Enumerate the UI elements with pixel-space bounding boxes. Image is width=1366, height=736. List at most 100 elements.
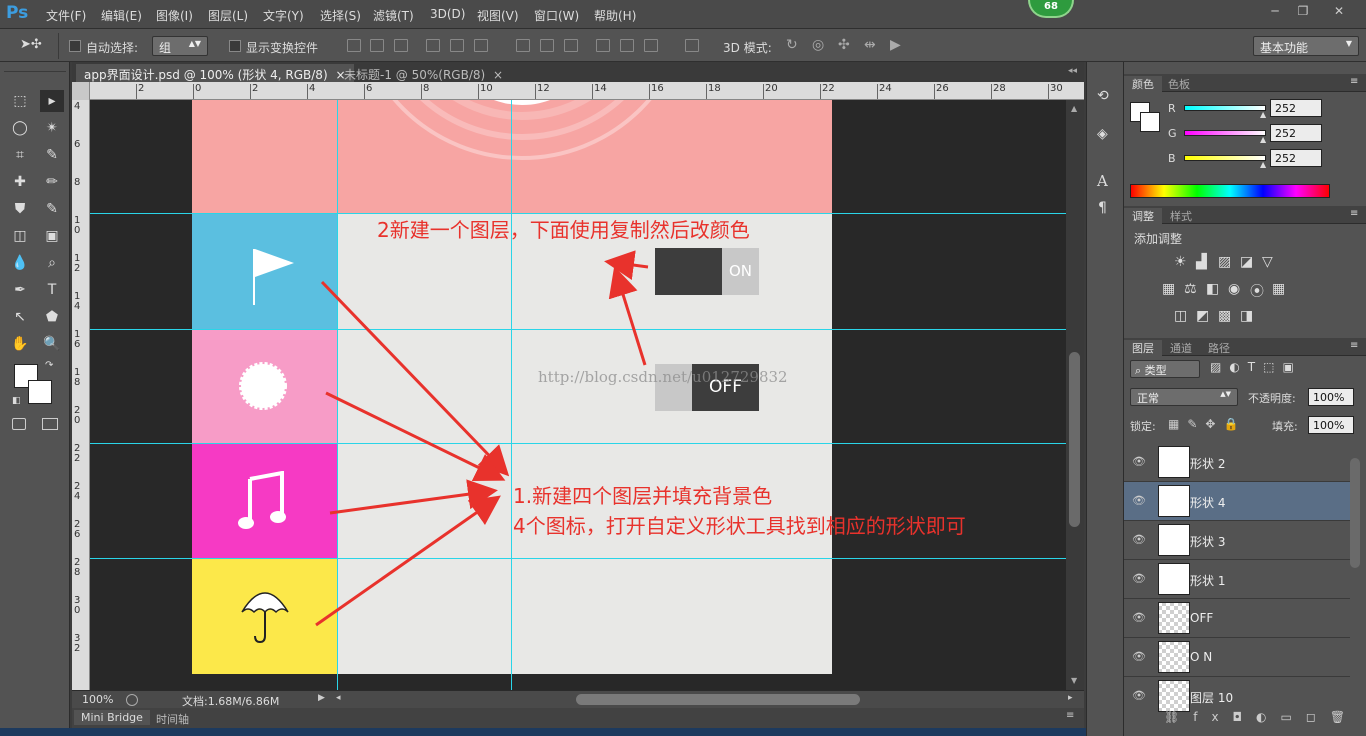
layer-row[interactable]: 👁 OFF [1124,599,1350,638]
tab-timeline[interactable]: 时间轴 [152,710,193,728]
stamp-tool-icon[interactable]: ⛊ [8,198,32,220]
adjustment-icon[interactable]: ☀ [1174,254,1187,270]
slider-knob-icon[interactable]: ▲ [1260,110,1266,119]
close-icon[interactable]: × [493,68,503,82]
zoom-level[interactable]: 100% [82,693,113,706]
panel-menu-icon[interactable]: ≡ [1066,710,1074,721]
adjustment-icon[interactable]: ▦ [1272,281,1285,297]
align-icon[interactable] [620,39,634,52]
adjustment-icon[interactable]: ⚖ [1184,281,1197,297]
layer-row[interactable]: 👁 O N [1124,638,1350,677]
scroll-up-icon[interactable]: ▲ [1071,104,1077,113]
visibility-eye-icon[interactable]: 👁 [1132,455,1146,469]
slider-knob-icon[interactable]: ▲ [1260,135,1266,144]
move-tool-icon[interactable]: ➤✣ [20,37,42,52]
adjustment-icon[interactable]: ▨ [1218,254,1231,270]
paragraph-icon[interactable]: ¶ [1098,200,1107,216]
auto-select-checkbox[interactable] [69,40,81,52]
swap-colors-icon[interactable]: ↷ [45,360,53,371]
zoom-tool-icon[interactable]: 🔍 [40,333,64,355]
align-icon[interactable] [347,39,361,52]
adjustment-icon[interactable]: ▟ [1196,254,1207,270]
blur-tool-icon[interactable]: 💧 [8,252,32,274]
adjustment-icon[interactable]: ⦿ [1250,281,1264,301]
status-icon[interactable] [126,694,138,706]
show-transform-checkbox[interactable] [229,40,241,52]
menu-item[interactable]: 视图(V) [477,7,519,24]
layer-row[interactable]: 👁 形状 1 [1124,560,1350,599]
pen-tool-icon[interactable]: ✒ [8,279,32,301]
tab-color[interactable]: 颜色 [1124,76,1162,93]
auto-select-dropdown[interactable]: 组 ▲▼ [152,36,208,56]
close-window-button[interactable]: ✕ [1326,3,1352,19]
layer-filter-dropdown[interactable]: ⌕ 类型 [1130,360,1200,378]
align-icon[interactable] [685,39,699,52]
align-icon[interactable] [644,39,658,52]
restore-button[interactable]: ❐ [1290,3,1316,19]
3d-mode-icon[interactable]: ↻ [786,37,798,53]
adjustment-icon[interactable]: ◫ [1174,308,1187,324]
tab-collapse-icon[interactable]: ◂◂ [1068,66,1077,76]
tab-mini-bridge[interactable]: Mini Bridge [74,710,150,725]
align-icon[interactable] [394,39,408,52]
visibility-eye-icon[interactable]: 👁 [1132,572,1146,586]
visibility-eye-icon[interactable]: 👁 [1132,494,1146,508]
bg-color-swatch[interactable] [1140,112,1160,132]
fill-input[interactable]: 100% [1308,416,1354,434]
layer-actions[interactable]: ⛓fx◘◐▭◻🗑 [1164,710,1359,724]
marquee-tool-icon[interactable]: ⬚ [8,90,32,112]
adjustment-icon[interactable]: ◧ [1206,281,1219,297]
eyedropper-tool-icon[interactable]: ✎ [40,144,64,166]
opacity-input[interactable]: 100% [1308,388,1354,406]
scroll-thumb[interactable] [1069,352,1080,527]
scroll-down-icon[interactable]: ▼ [1071,676,1077,685]
horizontal-scroll-thumb[interactable] [576,694,860,705]
menu-item[interactable]: 3D(D) [430,7,465,21]
tab-app-design[interactable]: app界面设计.psd @ 100% (形状 4, RGB/8) × [76,64,354,82]
tab-adjustments[interactable]: 调整 [1124,208,1162,225]
dodge-tool-icon[interactable]: ⌕ [40,252,64,274]
vertical-scrollbar[interactable]: ▲ ▼ [1066,100,1084,690]
tab-untitled[interactable]: 未标题-1 @ 50%(RGB/8) × [336,64,511,82]
align-icon[interactable] [450,39,464,52]
background-color-swatch[interactable] [28,380,52,404]
healing-tool-icon[interactable]: ✚ [8,171,32,193]
adjustment-icon[interactable]: ◨ [1240,308,1253,324]
scroll-right-icon[interactable]: ▸ [1068,693,1073,703]
align-icon[interactable] [516,39,530,52]
channel-slider[interactable] [1184,155,1266,161]
channel-value-input[interactable]: 252 [1270,124,1322,142]
tab-swatches[interactable]: 色板 [1168,76,1190,92]
visibility-eye-icon[interactable]: 👁 [1132,689,1146,703]
panel-menu-icon[interactable]: ≡ [1350,340,1358,351]
visibility-eye-icon[interactable]: 👁 [1132,650,1146,664]
3d-mode-icon[interactable]: ⇹ [864,37,876,53]
character-icon[interactable]: A [1097,172,1108,190]
menu-item[interactable]: 滤镜(T) [373,7,414,24]
crop-tool-icon[interactable]: ⌗ [8,144,32,166]
adjustment-icon[interactable]: ▦ [1162,281,1175,297]
adjustment-icon[interactable]: ▩ [1218,308,1231,324]
layer-row[interactable]: 👁 图层 10 [1124,677,1350,713]
tab-paths[interactable]: 路径 [1208,340,1230,356]
eraser-tool-icon[interactable]: ◫ [8,225,32,247]
lasso-tool-icon[interactable]: ◯ [8,117,32,139]
menu-item[interactable]: 图像(I) [156,7,193,24]
gradient-tool-icon[interactable]: ▣ [40,225,64,247]
shape-tool-icon[interactable]: ⬟ [40,306,64,328]
path-select-tool-icon[interactable]: ↖ [8,306,32,328]
align-icon[interactable] [370,39,384,52]
magic-wand-tool-icon[interactable]: ✴ [40,117,64,139]
blend-mode-dropdown[interactable]: 正常 ▲▼ [1130,388,1238,406]
3d-mode-icon[interactable]: ▶ [890,37,901,53]
default-colors-icon[interactable]: ◧ [12,396,21,406]
visibility-eye-icon[interactable]: 👁 [1132,533,1146,547]
minimize-button[interactable]: ─ [1262,3,1288,19]
move-tool-icon[interactable]: ▸ [40,90,64,112]
scroll-left-icon[interactable]: ◂ [336,693,341,703]
history-brush-tool-icon[interactable]: ✎ [40,198,64,220]
layer-row[interactable]: 👁 形状 2 [1124,443,1350,482]
layers-scroll-thumb[interactable] [1350,458,1360,568]
hand-tool-icon[interactable]: ✋ [8,333,32,355]
lock-icons[interactable]: ▦✎✥🔒 [1168,417,1246,431]
